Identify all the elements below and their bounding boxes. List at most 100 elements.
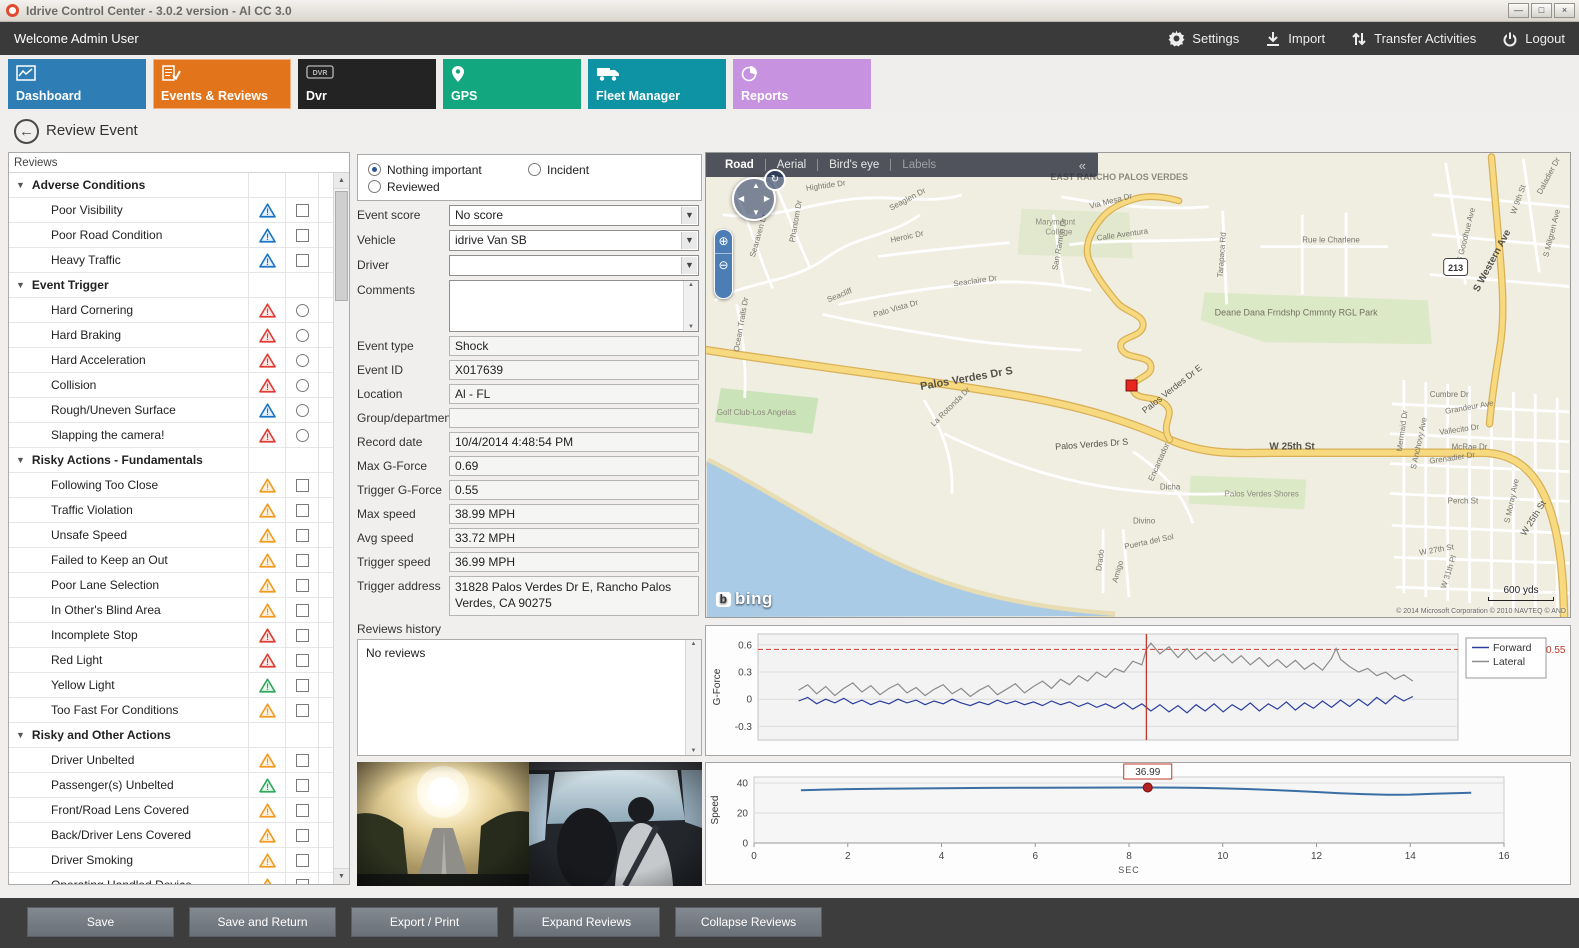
tree-item-following-too-close[interactable]: Following Too Close! [9,473,333,498]
event-type-field[interactable]: Shock [449,336,699,356]
scrollbar-thumb[interactable] [335,191,348,301]
header-action-transfer-activities[interactable]: Transfer Activities [1351,31,1476,47]
item-checkbox[interactable] [296,679,309,692]
trigger-address-field[interactable]: 31828 Palos Verdes Dr E, Rancho Palos Ve… [449,576,699,616]
export-print-button[interactable]: Export / Print [351,907,498,937]
tab-dvr[interactable]: DVRDvr [298,59,436,109]
tree-item-failed-to-keep-an-out[interactable]: Failed to Keep an Out! [9,548,333,573]
tree-item-slapping-the-camera[interactable]: Slapping the camera!! [9,423,333,448]
item-checkbox[interactable] [296,579,309,592]
event-location-marker[interactable] [1126,380,1137,391]
pan-right-icon[interactable]: ▶ [764,194,770,203]
pan-up-icon[interactable]: ▲ [752,181,760,190]
tree-item-back-driver-lens-covered[interactable]: Back/Driver Lens Covered! [9,823,333,848]
tree-group-risky-and-other-actions[interactable]: ▼Risky and Other Actions [9,723,333,748]
chevron-down-icon[interactable]: ▼ [681,257,697,274]
tree-item-poor-visibility[interactable]: Poor Visibility! [9,198,333,223]
tab-reports[interactable]: Reports [733,59,871,109]
zoom-in-icon[interactable]: ⊕ [715,230,732,253]
tree-item-driver-unbelted[interactable]: Driver Unbelted! [9,748,333,773]
tree-item-too-fast-for-conditions[interactable]: Too Fast For Conditions! [9,698,333,723]
status-option-reviewed[interactable]: Reviewed [368,178,528,195]
collapse-reviews-button[interactable]: Collapse Reviews [675,907,822,937]
front-camera-video[interactable] [357,762,529,886]
item-radio[interactable] [296,304,309,317]
tab-dashboard[interactable]: Dashboard [8,59,146,109]
pan-left-icon[interactable]: ◀ [738,194,744,203]
record-date-field[interactable]: 10/4/2014 4:48:54 PM [449,432,699,452]
group-department-field[interactable] [449,408,699,428]
tree-item-rough-uneven-surface[interactable]: Rough/Uneven Surface! [9,398,333,423]
tree-item-in-other-s-blind-area[interactable]: In Other's Blind Area! [9,598,333,623]
item-radio[interactable] [296,329,309,342]
tab-gps[interactable]: GPS [443,59,581,109]
location-field[interactable]: Al - FL [449,384,699,404]
item-checkbox[interactable] [296,854,309,867]
tree-item-collision[interactable]: Collision! [9,373,333,398]
scroll-up-icon[interactable]: ▲ [334,173,349,189]
collapse-caret-icon[interactable]: ▼ [16,730,25,740]
status-option-nothing-important[interactable]: Nothing important [368,161,528,178]
header-action-settings[interactable]: Settings [1168,30,1239,47]
item-checkbox[interactable] [296,529,309,542]
reviews-tree-scrollbar[interactable]: ▲ ▼ [333,173,349,884]
reviews-history-box[interactable]: No reviews [357,639,702,756]
maximize-button[interactable]: □ [1531,3,1552,18]
trigger-speed-field[interactable]: 36.99 MPH [449,552,699,572]
item-checkbox[interactable] [296,654,309,667]
item-radio[interactable] [296,354,309,367]
item-radio[interactable] [296,379,309,392]
scroll-down-icon[interactable]: ▼ [334,868,349,884]
item-checkbox[interactable] [296,604,309,617]
map-view-labels[interactable]: Labels [890,159,947,171]
map-toolbar-collapse-icon[interactable]: « [1075,158,1090,173]
tree-item-poor-lane-selection[interactable]: Poor Lane Selection! [9,573,333,598]
reviews-history-scrollbar[interactable] [685,640,701,755]
tree-item-unsafe-speed[interactable]: Unsafe Speed! [9,523,333,548]
map-view-bird-s-eye[interactable]: Bird's eye [817,159,890,171]
expand-reviews-button[interactable]: Expand Reviews [513,907,660,937]
tree-item-hard-braking[interactable]: Hard Braking! [9,323,333,348]
window-titlebar[interactable]: Idrive Control Center - 3.0.2 version - … [0,0,1579,22]
driver-select[interactable]: ▼ [449,255,699,276]
item-checkbox[interactable] [296,204,309,217]
item-checkbox[interactable] [296,554,309,567]
status-radio[interactable] [528,163,541,176]
header-action-import[interactable]: Import [1265,31,1325,47]
chevron-down-icon[interactable]: ▼ [681,232,697,249]
status-radio[interactable] [368,180,381,193]
collapse-caret-icon[interactable]: ▼ [16,455,25,465]
max-g-force-field[interactable]: 0.69 [449,456,699,476]
item-checkbox[interactable] [296,829,309,842]
minimize-button[interactable]: — [1508,3,1529,18]
tree-item-hard-cornering[interactable]: Hard Cornering! [9,298,333,323]
tree-item-poor-road-condition[interactable]: Poor Road Condition! [9,223,333,248]
tree-group-risky-actions-fundamentals[interactable]: ▼Risky Actions - Fundamentals [9,448,333,473]
tab-events-reviews[interactable]: Events & Reviews [153,59,291,109]
collapse-caret-icon[interactable]: ▼ [16,180,25,190]
item-checkbox[interactable] [296,254,309,267]
tree-item-front-road-lens-covered[interactable]: Front/Road Lens Covered! [9,798,333,823]
save-button[interactable]: Save [27,907,174,937]
zoom-out-icon[interactable]: ⊖ [715,253,732,276]
map-rotate-control[interactable]: ↻ [764,169,786,191]
close-button[interactable]: × [1554,3,1575,18]
item-checkbox[interactable] [296,479,309,492]
max-speed-field[interactable]: 38.99 MPH [449,504,699,524]
tree-group-adverse-conditions[interactable]: ▼Adverse Conditions [9,173,333,198]
chevron-down-icon[interactable]: ▼ [681,207,697,224]
item-checkbox[interactable] [296,804,309,817]
tab-fleet-manager[interactable]: Fleet Manager [588,59,726,109]
item-checkbox[interactable] [296,504,309,517]
tree-item-driver-smoking[interactable]: Driver Smoking! [9,848,333,873]
event-id-field[interactable]: X017639 [449,360,699,380]
tree-item-operating-handled-device[interactable]: Operating Handled Device! [9,873,333,884]
pan-down-icon[interactable]: ▼ [752,208,760,217]
tree-item-yellow-light[interactable]: Yellow Light! [9,673,333,698]
header-action-logout[interactable]: Logout [1502,31,1565,47]
textarea-scrollbar[interactable] [683,281,698,331]
tree-item-incomplete-stop[interactable]: Incomplete Stop! [9,623,333,648]
tree-item-hard-acceleration[interactable]: Hard Acceleration! [9,348,333,373]
item-checkbox[interactable] [296,629,309,642]
status-option-incident[interactable]: Incident [528,161,658,178]
